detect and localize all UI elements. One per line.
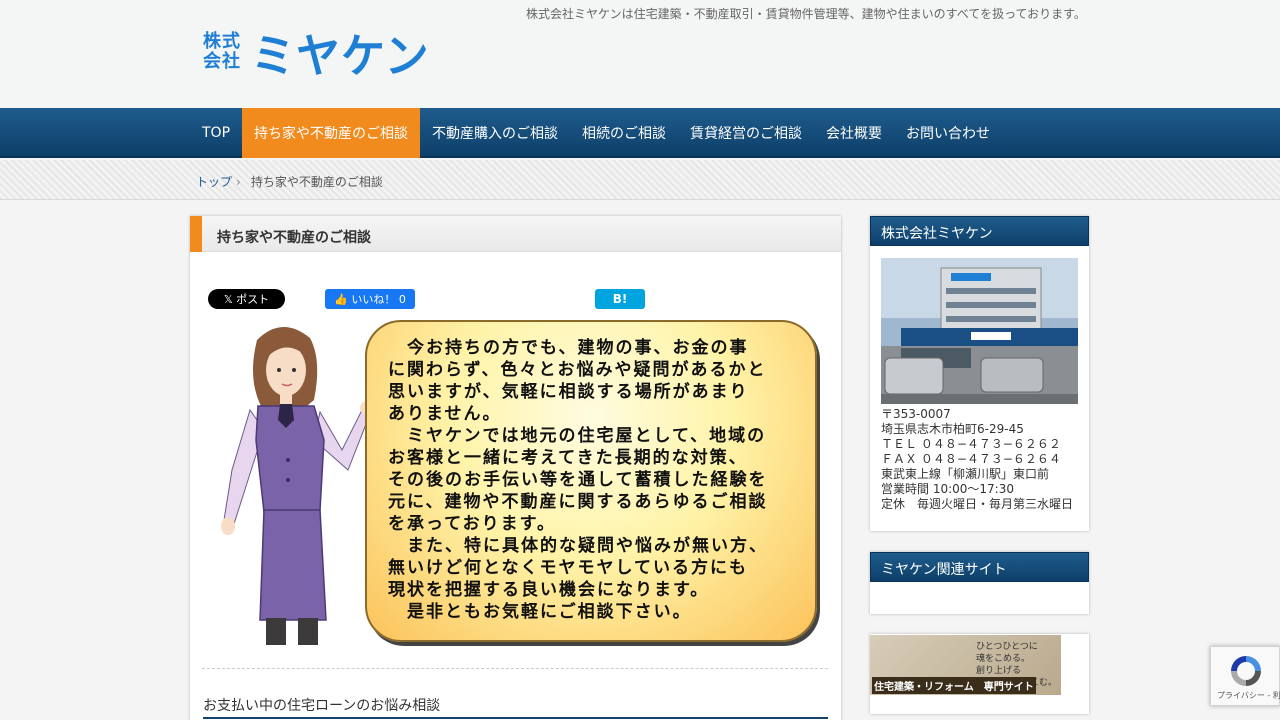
site-tagline: 株式会社ミヤケンは住宅建築・不動産取引・賃貸物件管理等、建物や住まいのすべてを扱… xyxy=(526,7,1086,21)
site-logo[interactable]: 株式 会社 ミヤケン xyxy=(203,26,453,84)
nav-item-company[interactable]: 会社概要 xyxy=(814,108,894,158)
breadcrumb-separator: › xyxy=(236,175,241,189)
nav-item-top[interactable]: TOP xyxy=(190,108,242,158)
housing-site-banner[interactable]: ひとつひとつに 魂をこめる。 創り上げる 家に命を吹きこむ。 住宅建築・リフォー… xyxy=(870,635,1061,695)
sidebar-company-heading: 株式会社ミヤケン xyxy=(870,216,1089,246)
title-accent-bar xyxy=(190,216,202,252)
loan-consultation-heading: お支払い中の住宅ローンのお悩み相談 xyxy=(203,695,828,719)
page-title: 持ち家や不動産のご相談 xyxy=(217,230,371,246)
nav-item-inheritance-consultation[interactable]: 相続のご相談 xyxy=(570,108,678,158)
nav-item-rental-consultation[interactable]: 賃貸経営のご相談 xyxy=(678,108,814,158)
breadcrumb: トップ › 持ち家や不動産のご相談 xyxy=(196,173,383,190)
facebook-like-button[interactable]: 👍 いいね！ 0 xyxy=(325,289,415,309)
recaptcha-badge[interactable]: プライバシー - 利用規約 xyxy=(1210,646,1280,706)
company-address: 〒353-0007 埼玉県志木市柏町6-29-45 ＴＥＬ ０４８−４７３−６２… xyxy=(881,407,1074,511)
site-header: 株式会社ミヤケンは住宅建築・不動産取引・賃貸物件管理等、建物や住まいのすべてを扱… xyxy=(0,0,1280,108)
breadcrumb-current: 持ち家や不動産のご相談 xyxy=(250,175,383,189)
x-post-button[interactable]: 𝕏 ポスト xyxy=(208,289,285,309)
sidebar-related-widget: ミヤケン関連サイト xyxy=(870,552,1089,614)
breadcrumb-band xyxy=(0,160,1280,200)
banner-title: 住宅建築・リフォーム 専門サイト xyxy=(872,677,1036,694)
logo-small-line-2: 会社 xyxy=(203,51,241,72)
logo-main-text: ミヤケン xyxy=(251,29,430,84)
logo-small-line-1: 株式 xyxy=(203,31,241,52)
nav-item-home-consultation[interactable]: 持ち家や不動産のご相談 xyxy=(242,108,421,158)
global-nav: TOP 持ち家や不動産のご相談 不動産購入のご相談 相続のご相談 賃貸経営のご相… xyxy=(0,108,1280,158)
sidebar-company-widget: 株式会社ミヤケン 〒353-0007 埼玉県志木市柏町6-29-45 ＴＥＬ ０… xyxy=(870,216,1089,531)
staff-illustration xyxy=(221,326,376,645)
sidebar-related-heading: ミヤケン関連サイト xyxy=(870,552,1089,582)
hatena-bookmark-button[interactable]: B! xyxy=(595,289,645,309)
recaptcha-label[interactable]: プライバシー - 利用規約 xyxy=(1217,690,1280,701)
page-title-bar: 持ち家や不動産のご相談 xyxy=(190,216,841,252)
nav-item-purchase-consultation[interactable]: 不動産購入のご相談 xyxy=(420,108,570,158)
sidebar-banner-widget: ひとつひとつに 魂をこめる。 創り上げる 家に命を吹きこむ。 住宅建築・リフォー… xyxy=(870,634,1089,714)
message-text: 今お持ちの方でも、建物の事、お金の事 に関わらず、色々とお悩みや疑問があるかと … xyxy=(388,338,768,622)
office-building-photo xyxy=(881,258,1078,404)
recaptcha-icon xyxy=(1231,656,1261,686)
main-content: 持ち家や不動産のご相談 𝕏 ポスト 👍 いいね！ 0 B! 今お持ちの方でも、建… xyxy=(190,216,841,720)
nav-item-contact[interactable]: お問い合わせ xyxy=(894,108,1002,158)
logo-company-type: 株式 会社 xyxy=(203,32,241,72)
section-divider xyxy=(202,668,828,669)
breadcrumb-home-link[interactable]: トップ xyxy=(196,175,232,189)
